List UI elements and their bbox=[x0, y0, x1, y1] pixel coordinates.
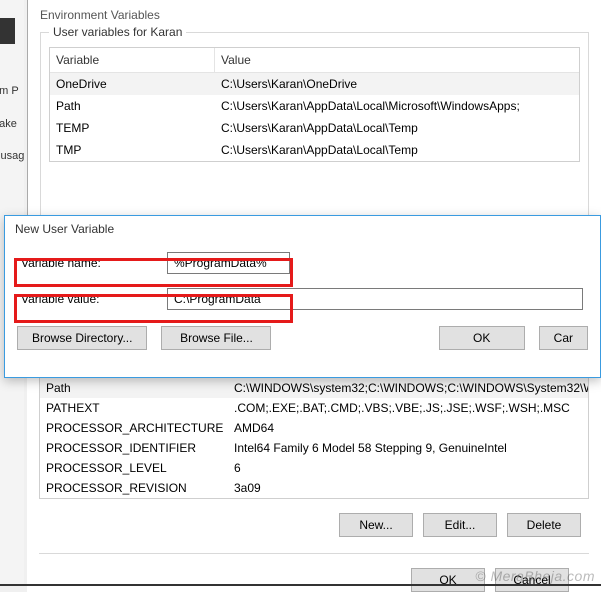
table-row[interactable]: PROCESSOR_IDENTIFIER Intel64 Family 6 Mo… bbox=[40, 438, 588, 458]
cell-value: C:\Users\Karan\AppData\Local\Temp bbox=[215, 139, 579, 161]
header-variable[interactable]: Variable bbox=[50, 48, 215, 72]
cell-variable: PROCESSOR_REVISION bbox=[40, 478, 228, 498]
variable-value-label: Variable value: bbox=[17, 292, 167, 306]
variable-name-input[interactable] bbox=[167, 252, 290, 274]
variable-name-row: Variable name: bbox=[5, 248, 600, 278]
user-variables-legend: User variables for Karan bbox=[49, 25, 186, 39]
new-user-variable-dialog: New User Variable Variable name: Variabl… bbox=[4, 215, 601, 378]
cell-variable: PATHEXT bbox=[40, 398, 228, 418]
ok-button[interactable]: OK bbox=[411, 568, 485, 592]
cell-variable: OneDrive bbox=[50, 73, 215, 95]
cancel-button[interactable]: Car bbox=[539, 326, 588, 350]
table-row[interactable]: PROCESSOR_LEVEL 6 bbox=[40, 458, 588, 478]
delete-button[interactable]: Delete bbox=[507, 513, 581, 537]
dialog-button-row: Browse Directory... Browse File... OK Ca… bbox=[5, 314, 600, 350]
browse-directory-button[interactable]: Browse Directory... bbox=[17, 326, 147, 350]
parent-text-fragment: y usag bbox=[0, 150, 24, 162]
browse-file-button[interactable]: Browse File... bbox=[161, 326, 271, 350]
cell-value: C:\Users\Karan\AppData\Local\Microsoft\W… bbox=[215, 95, 579, 117]
variable-value-input[interactable] bbox=[167, 288, 583, 310]
table-row[interactable]: PATHEXT .COM;.EXE;.BAT;.CMD;.VBS;.VBE;.J… bbox=[40, 398, 588, 418]
edit-button[interactable]: Edit... bbox=[423, 513, 497, 537]
table-row[interactable]: TEMP C:\Users\Karan\AppData\Local\Temp bbox=[50, 117, 579, 139]
system-variables-table[interactable]: Path C:\WINDOWS\system32;C:\WINDOWS;C:\W… bbox=[39, 378, 589, 499]
watermark: © MeraBheja.com bbox=[475, 568, 595, 584]
parent-text-fragment: tem P bbox=[0, 85, 19, 97]
cell-value: Intel64 Family 6 Model 58 Stepping 9, Ge… bbox=[228, 438, 588, 458]
cell-value: AMD64 bbox=[228, 418, 588, 438]
header-value[interactable]: Value bbox=[215, 48, 579, 72]
cell-value: .COM;.EXE;.BAT;.CMD;.VBS;.VBE;.JS;.JSE;.… bbox=[228, 398, 588, 418]
table-row[interactable]: Path C:\Users\Karan\AppData\Local\Micros… bbox=[50, 95, 579, 117]
user-variables-groupbox: User variables for Karan Variable Value … bbox=[40, 32, 589, 216]
cell-variable: TEMP bbox=[50, 117, 215, 139]
system-variables-section: Path C:\WINDOWS\system32;C:\WINDOWS;C:\W… bbox=[27, 378, 601, 592]
table-row[interactable]: Path C:\WINDOWS\system32;C:\WINDOWS;C:\W… bbox=[40, 378, 588, 398]
dialog-title: New User Variable bbox=[5, 216, 600, 248]
parent-dark-block bbox=[0, 18, 15, 44]
system-variables-buttons: New... Edit... Delete bbox=[39, 499, 589, 547]
cell-variable: Path bbox=[40, 378, 228, 398]
cell-value: C:\WINDOWS\system32;C:\WINDOWS;C:\WINDOW… bbox=[228, 378, 588, 398]
user-variables-table[interactable]: Variable Value OneDrive C:\Users\Karan\O… bbox=[49, 47, 580, 162]
variable-value-row: Variable value: bbox=[5, 284, 600, 314]
cell-variable: TMP bbox=[50, 139, 215, 161]
parent-text-fragment: make bbox=[0, 118, 17, 130]
table-header: Variable Value bbox=[50, 48, 579, 73]
cell-variable: Path bbox=[50, 95, 215, 117]
cell-variable: PROCESSOR_ARCHITECTURE bbox=[40, 418, 228, 438]
table-row[interactable]: PROCESSOR_ARCHITECTURE AMD64 bbox=[40, 418, 588, 438]
cell-value: C:\Users\Karan\AppData\Local\Temp bbox=[215, 117, 579, 139]
ok-button[interactable]: OK bbox=[439, 326, 525, 350]
cell-value: 3a09 bbox=[228, 478, 588, 498]
table-row[interactable]: TMP C:\Users\Karan\AppData\Local\Temp bbox=[50, 139, 579, 161]
new-button[interactable]: New... bbox=[339, 513, 413, 537]
cell-value: C:\Users\Karan\OneDrive bbox=[215, 73, 579, 95]
table-row[interactable]: OneDrive C:\Users\Karan\OneDrive bbox=[50, 73, 579, 95]
cell-variable: PROCESSOR_IDENTIFIER bbox=[40, 438, 228, 458]
cell-variable: PROCESSOR_LEVEL bbox=[40, 458, 228, 478]
variable-name-label: Variable name: bbox=[17, 256, 167, 270]
table-row[interactable]: PROCESSOR_REVISION 3a09 bbox=[40, 478, 588, 498]
cell-value: 6 bbox=[228, 458, 588, 478]
